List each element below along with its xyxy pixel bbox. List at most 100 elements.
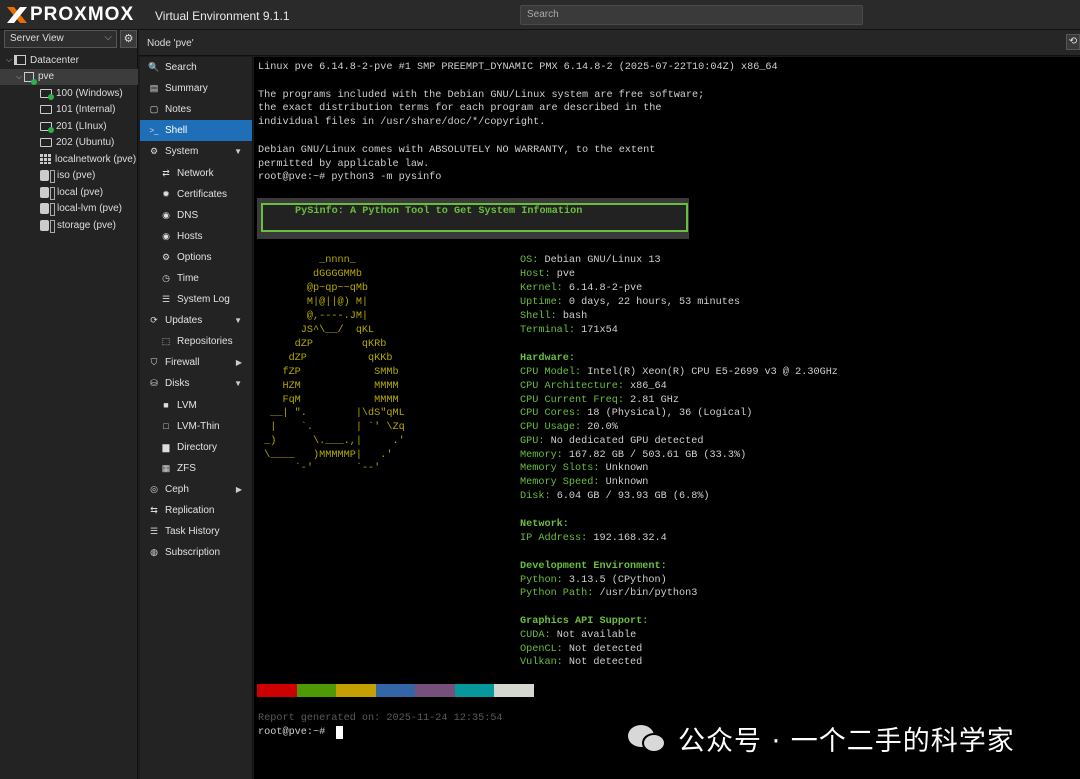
chevron-right-icon[interactable]: ▶ <box>236 485 242 494</box>
tree-item-vm-202[interactable]: 202 (Ubuntu) <box>0 135 138 152</box>
menu-item-search[interactable]: 🔍 Search <box>140 57 252 78</box>
menu-item-label: Directory <box>177 441 218 453</box>
disk-icon: ⛁ <box>150 378 158 389</box>
terminal-line: permitted by applicable law. <box>258 159 430 170</box>
list-icon: ☰ <box>149 526 159 537</box>
info-gpu: GPU: No dedicated GPU detected <box>520 436 704 447</box>
dev-env-heading: Development Environment: <box>520 561 667 572</box>
graphics-heading: Graphics API Support: <box>520 616 649 627</box>
pysinfo-banner: PySinfo: A Python Tool to Get System Inf… <box>257 198 689 239</box>
tree-item-label: 101 (Internal) <box>56 104 116 116</box>
tree-item-vm-100[interactable]: 100 (Windows) <box>0 85 138 102</box>
folder-icon: ▆ <box>162 441 170 452</box>
tree-item-label: Datacenter <box>30 54 79 66</box>
menu-item-disks[interactable]: ⛁ Disks ▼ <box>140 373 252 394</box>
collapse-icon[interactable]: ⌵ <box>4 55 14 65</box>
tree-item-storage-local[interactable]: local (pve) <box>0 184 138 201</box>
tree-item-node-pve[interactable]: ⌵ pve <box>0 68 138 85</box>
menu-item-label: LVM <box>177 399 197 411</box>
menu-item-updates[interactable]: ⟳ Updates ▼ <box>140 310 252 331</box>
brand-name: PROXMOX <box>30 4 135 25</box>
tree-item-label: 201 (LInux) <box>56 120 107 132</box>
package-icon: ⬚ <box>161 336 171 347</box>
tree-item-storage-iso[interactable]: iso (pve) <box>0 168 138 185</box>
node-title: Node 'pve' <box>147 38 194 49</box>
chevron-down-icon: ⌵ <box>104 32 112 43</box>
globe-icon: ◉ <box>162 230 170 241</box>
menu-item-label: Repositories <box>177 336 233 348</box>
ascii-line: HZM MMMM <box>258 381 399 392</box>
tree-item-localnetwork[interactable]: localnetwork (pve) <box>0 151 138 168</box>
menu-item-subscription[interactable]: ◍ Subscription <box>140 542 252 563</box>
menu-item-notes[interactable]: ▢ Notes <box>140 99 252 120</box>
search-input[interactable]: Search <box>520 5 863 25</box>
info-shell: Shell: bash <box>520 311 588 322</box>
menu-item-certificates[interactable]: ✹ Certificates <box>140 184 252 205</box>
menu-item-task-history[interactable]: ☰ Task History <box>140 521 252 542</box>
menu-item-firewall[interactable]: ⛉ Firewall ▶ <box>140 352 252 373</box>
reload-button[interactable]: ⟲ <box>1066 34 1080 50</box>
menu-item-lvm-thin[interactable]: □ LVM-Thin <box>140 416 252 437</box>
color-swatch <box>415 684 455 697</box>
vm-running-icon <box>40 121 54 133</box>
menu-item-system[interactable]: ⚙ System ▼ <box>140 141 252 162</box>
menu-item-directory[interactable]: ▆ Directory <box>140 437 252 458</box>
menu-item-zfs[interactable]: ▦ ZFS <box>140 458 252 479</box>
list-icon: ☰ <box>161 294 171 305</box>
menu-item-summary[interactable]: ▤ Summary <box>140 78 252 99</box>
menu-item-label: Notes <box>165 104 192 116</box>
watermark: 公众号 · 一个二手的科学家 <box>628 718 1015 758</box>
globe-icon: ◉ <box>162 209 170 220</box>
chevron-down-icon[interactable]: ▼ <box>234 379 242 388</box>
color-swatch <box>454 684 494 697</box>
view-selector[interactable]: Server View ⌵ <box>4 30 117 48</box>
color-swatch <box>375 684 415 697</box>
info-disk: Disk: 6.04 GB / 93.93 GB (6.8%) <box>520 491 710 502</box>
ascii-line: dZP qKKb <box>258 353 393 364</box>
collapse-icon[interactable]: ⌵ <box>14 72 24 82</box>
menu-item-options[interactable]: ⚙ Options <box>140 247 252 268</box>
info-cpu-arch: CPU Architecture: x86_64 <box>520 381 667 392</box>
menu-item-replication[interactable]: ⇆ Replication <box>140 500 252 521</box>
node-icon <box>24 71 37 85</box>
info-memory: Memory: 167.82 GB / 503.61 GB (33.3%) <box>520 450 747 461</box>
ascii-line: @p~qp~~qMb <box>258 283 369 294</box>
datacenter-icon <box>14 55 26 66</box>
chevron-down-icon[interactable]: ▼ <box>234 147 242 156</box>
chevron-right-icon[interactable]: ▶ <box>236 358 242 367</box>
tree-item-storage-storage[interactable]: storage (pve) <box>0 217 138 234</box>
tree-item-label: 100 (Windows) <box>56 87 123 99</box>
info-terminal: Terminal: 171x54 <box>520 325 618 336</box>
ascii-line: `-' `--' <box>258 463 381 474</box>
tree-item-label: localnetwork (pve) <box>55 153 137 165</box>
shell-terminal[interactable]: Linux pve 6.14.8-2-pve #1 SMP PREEMPT_DY… <box>254 57 1080 779</box>
square-outline-icon: □ <box>163 421 169 432</box>
menu-item-label: LVM-Thin <box>177 420 220 432</box>
menu-item-network[interactable]: ⇄ Network <box>140 162 252 183</box>
tree-item-label: iso (pve) <box>57 170 96 182</box>
menu-item-repositories[interactable]: ⬚ Repositories <box>140 331 252 352</box>
replication-icon: ⇆ <box>150 505 158 516</box>
terminal-line: Debian GNU/Linux comes with ABSOLUTELY N… <box>258 145 656 156</box>
terminal-line: Linux pve 6.14.8-2-pve #1 SMP PREEMPT_DY… <box>258 62 778 73</box>
menu-item-shell[interactable]: >_ Shell <box>140 120 252 142</box>
tree-item-vm-101[interactable]: 101 (Internal) <box>0 102 138 119</box>
menu-item-hosts[interactable]: ◉ Hosts <box>140 226 252 247</box>
tree-item-datacenter[interactable]: ⌵ Datacenter <box>0 52 138 69</box>
chevron-down-icon[interactable]: ▼ <box>234 316 242 325</box>
hardware-heading: Hardware: <box>520 353 576 364</box>
ascii-line: dGGGGMMb <box>258 269 362 280</box>
tree-item-label: storage (pve) <box>57 219 116 231</box>
menu-item-lvm[interactable]: ■ LVM <box>140 395 252 416</box>
menu-item-ceph[interactable]: ◎ Ceph ▶ <box>140 479 252 500</box>
menu-item-time[interactable]: ◷ Time <box>140 268 252 289</box>
info-uptime: Uptime: 0 days, 22 hours, 53 minutes <box>520 297 741 308</box>
tree-item-storage-local-lvm[interactable]: local-lvm (pve) <box>0 201 138 218</box>
tree-item-vm-201[interactable]: 201 (LInux) <box>0 118 138 135</box>
proxmox-logo[interactable]: PROXMOX <box>6 4 135 25</box>
menu-item-dns[interactable]: ◉ DNS <box>140 205 252 226</box>
ascii-line: JS^\__/ qKL <box>258 325 375 336</box>
menu-item-system-log[interactable]: ☰ System Log <box>140 289 252 310</box>
gear-button[interactable]: ⚙ <box>120 30 137 48</box>
info-cpu-model: CPU Model: Intel(R) Xeon(R) CPU E5-2699 … <box>520 367 838 378</box>
